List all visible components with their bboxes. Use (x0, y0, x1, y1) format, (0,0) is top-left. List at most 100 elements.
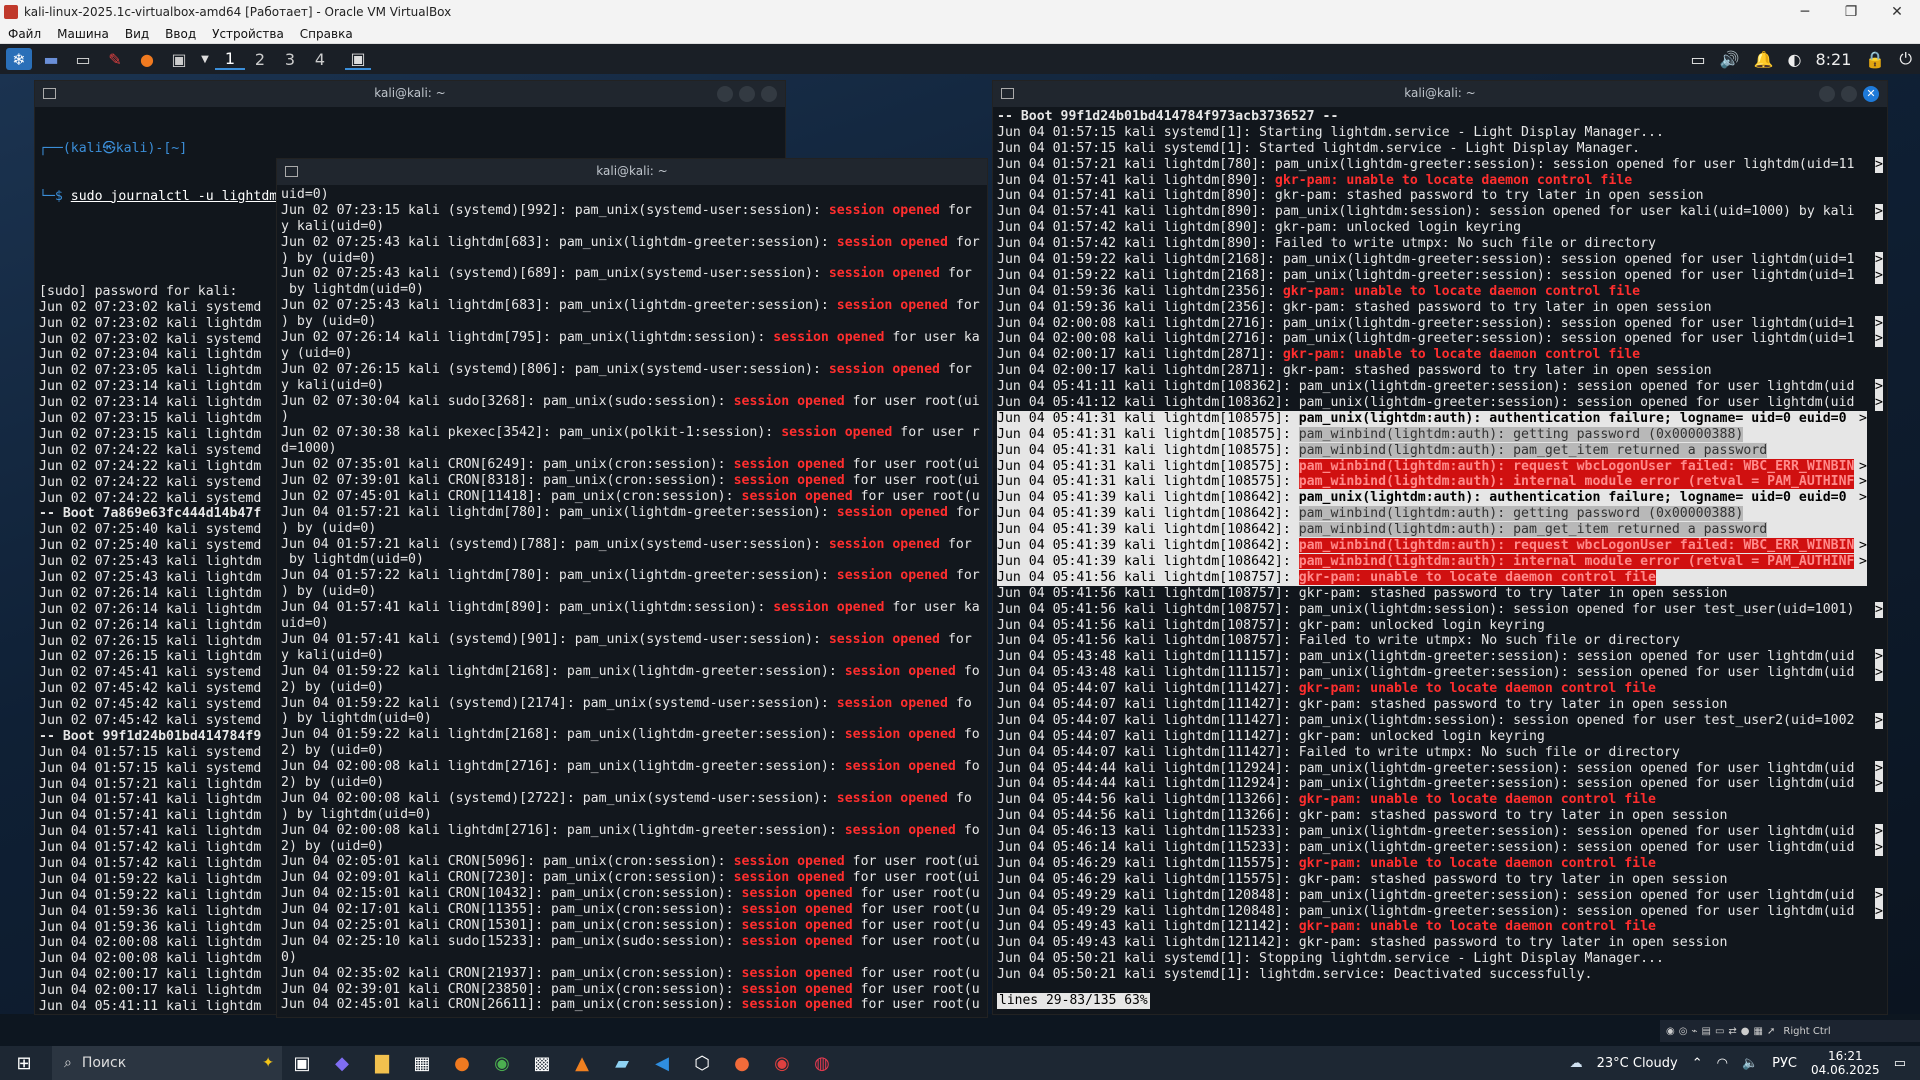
lock-icon[interactable]: 🔒 (1865, 50, 1885, 69)
minimize-button[interactable] (717, 86, 733, 102)
log-line: Jun 04 02:09:01 kali CRON[7230]: pam_uni… (281, 870, 983, 886)
log-error-highlight: pam_winbind(lightdm:auth): request wbcLo… (1298, 458, 1855, 474)
close-button[interactable] (761, 86, 777, 102)
chevron-up-icon[interactable]: ⌃ (1692, 1056, 1703, 1071)
log-tail: for user root(ui (844, 393, 980, 409)
terminal-middle[interactable]: kali@kali: ~ uid=0) Jun 02 07:23:15 kali … (276, 158, 988, 1018)
log-tail: for user root(ui (844, 854, 980, 870)
restore-button[interactable]: ❐ (1828, 4, 1874, 20)
log-line: Jun 04 01:57:21 kali lightdm[780]: pam_u… (281, 505, 983, 521)
kali-menu-icon[interactable]: ❄ (6, 48, 32, 70)
image-app-icon[interactable]: ▩ (522, 1046, 562, 1080)
wifi-icon[interactable]: ◠ (1717, 1056, 1728, 1071)
network-icon[interactable]: ⇄ (1728, 1026, 1736, 1037)
pager-status: lines 29-83/135 63% (997, 993, 1150, 1009)
menu-view[interactable]: Вид (117, 27, 157, 41)
log-line: Jun 04 02:25:01 kali CRON[15301]: pam_un… (281, 918, 983, 934)
taskbar-terminal-icon[interactable]: ▣ (345, 48, 371, 70)
log-tail: for (947, 298, 980, 314)
search-box[interactable]: ⌕ Поиск ✦ (52, 1046, 282, 1080)
log-highlight: session opened (836, 504, 948, 520)
menu-machine[interactable]: Машина (49, 27, 117, 41)
cpu-icon[interactable]: ▦ (1754, 1026, 1763, 1037)
log-line: Jun 04 05:50:21 kali systemd[1]: Stoppin… (997, 951, 1883, 967)
menu-help[interactable]: Справка (292, 27, 361, 41)
weather-text[interactable]: 23°C Cloudy (1597, 1056, 1678, 1071)
recording-icon[interactable]: ● (1741, 1026, 1750, 1037)
volume-icon[interactable]: 🔊 (1720, 50, 1740, 69)
log-line: 2) by (uid=0) (281, 775, 983, 791)
task-view-icon[interactable]: ▣ (282, 1046, 322, 1080)
panel-clock[interactable]: 8:21 (1815, 50, 1851, 69)
taskbar-clock[interactable]: 16:21 04.06.2025 (1811, 1049, 1880, 1077)
store-icon[interactable]: ▦ (402, 1046, 442, 1080)
log-text: y kali(uid=0) (281, 647, 385, 663)
power-mgmt-icon[interactable]: ◐ (1788, 50, 1802, 69)
workspace-3[interactable]: 3 (275, 50, 305, 69)
terminal-right[interactable]: kali@kali: ~ ✕ -- Boot 99f1d24b01bd41478… (992, 80, 1888, 1015)
hdd-icon[interactable]: ◉ (1666, 1026, 1675, 1037)
log-tail: for user root(u (852, 902, 980, 918)
log-text: Jun 04 02:00:17 kali lightdm[2871]: (997, 347, 1283, 363)
app-red-icon[interactable]: ◍ (802, 1046, 842, 1080)
chrome-alt-icon[interactable]: ◉ (762, 1046, 802, 1080)
shared-folder-icon[interactable]: ▤ (1702, 1026, 1711, 1037)
log-text: -- Boot 99f1d24b01bd414784f973acb3736527… (997, 109, 1339, 124)
language-indicator[interactable]: РУС (1772, 1056, 1797, 1071)
desktop-icon[interactable]: ▬ (38, 48, 64, 70)
speaker-icon[interactable]: 🔈 (1742, 1056, 1758, 1071)
firefox-icon[interactable]: ● (134, 48, 160, 70)
maximize-button[interactable] (1841, 86, 1857, 102)
log-line: Jun 04 01:57:42 kali lightdm[890]: gkr-p… (997, 220, 1883, 236)
logout-icon[interactable]: ⏻ (1899, 49, 1912, 69)
log-line: Jun 02 07:23:15 kali (systemd)[992]: pam… (281, 203, 983, 219)
log-tail: for user root(u (852, 917, 980, 933)
close-button[interactable]: ✕ (1863, 86, 1879, 102)
notes-icon[interactable]: ▰ (602, 1046, 642, 1080)
usb-icon[interactable]: ⌁ (1691, 1026, 1697, 1037)
log-tail: for user ka (884, 330, 980, 346)
workspace-1[interactable]: 1 (215, 49, 245, 70)
workspace-4[interactable]: 4 (305, 50, 335, 69)
file-explorer-icon[interactable]: ▇ (362, 1046, 402, 1080)
log-tail: for user root(u (852, 965, 980, 981)
log-error: gkr-pam: unable to locate daemon control… (1298, 681, 1656, 697)
log-text: ) (281, 409, 289, 425)
chrome-icon[interactable]: ◉ (482, 1046, 522, 1080)
display-status-icon[interactable]: ▭ (1715, 1026, 1724, 1037)
workspace-2[interactable]: 2 (245, 50, 275, 69)
copilot-icon[interactable]: ◆ (322, 1046, 362, 1080)
log-line: Jun 02 07:26:15 kali (systemd)[806]: pam… (281, 362, 983, 378)
maximize-button[interactable] (739, 86, 755, 102)
close-button[interactable]: ✕ (1874, 4, 1920, 20)
log-tail: for (940, 536, 972, 552)
windows-start-icon[interactable]: ⊞ (4, 1046, 44, 1080)
postman-icon[interactable]: ● (722, 1046, 762, 1080)
optical-icon[interactable]: ◎ (1679, 1026, 1688, 1037)
virtualbox-taskbar-icon[interactable]: ⬡ (682, 1046, 722, 1080)
log-line: Jun 04 05:44:44 kali lightdm[112924]: pa… (997, 776, 1883, 793)
log-text: Jun 04 05:44:56 kali lightdm[113266]: (997, 792, 1299, 808)
menu-devices[interactable]: Устройства (204, 27, 292, 41)
log-tail: fo (955, 822, 980, 838)
log-text: Jun 04 05:41:31 kali lightdm[108575]: (997, 474, 1299, 490)
terminal-icon[interactable]: ▣ (166, 48, 192, 70)
text-editor-icon[interactable]: ✎ (102, 48, 128, 70)
display-icon[interactable]: ▭ (1691, 50, 1706, 69)
window-titlebar: kali-linux-2025.1c-virtualbox-amd64 [Раб… (0, 0, 1920, 24)
vlc-icon[interactable]: ▲ (562, 1046, 602, 1080)
notifications-icon[interactable]: ▭ (1894, 1056, 1906, 1071)
log-line: Jun 04 01:57:21 kali lightdm[780]: pam_u… (997, 156, 1883, 173)
vscode-icon[interactable]: ◀ (642, 1046, 682, 1080)
weather-icon[interactable]: ☁ (1570, 1056, 1583, 1071)
firefox-taskbar-icon[interactable]: ● (442, 1046, 482, 1080)
mouse-integration-icon[interactable]: ➚ (1767, 1026, 1775, 1037)
menu-file[interactable]: Файл (0, 27, 49, 41)
files-icon[interactable]: ▭ (70, 48, 96, 70)
minimize-button[interactable] (1819, 86, 1835, 102)
menu-input[interactable]: Ввод (157, 27, 204, 41)
minimize-button[interactable]: ─ (1782, 4, 1828, 20)
bell-icon[interactable]: 🔔 (1754, 50, 1774, 69)
chevron-down-icon[interactable]: ▼ (198, 48, 212, 70)
log-line: Jun 04 05:41:56 kali lightdm[108757]: Fa… (997, 633, 1883, 649)
